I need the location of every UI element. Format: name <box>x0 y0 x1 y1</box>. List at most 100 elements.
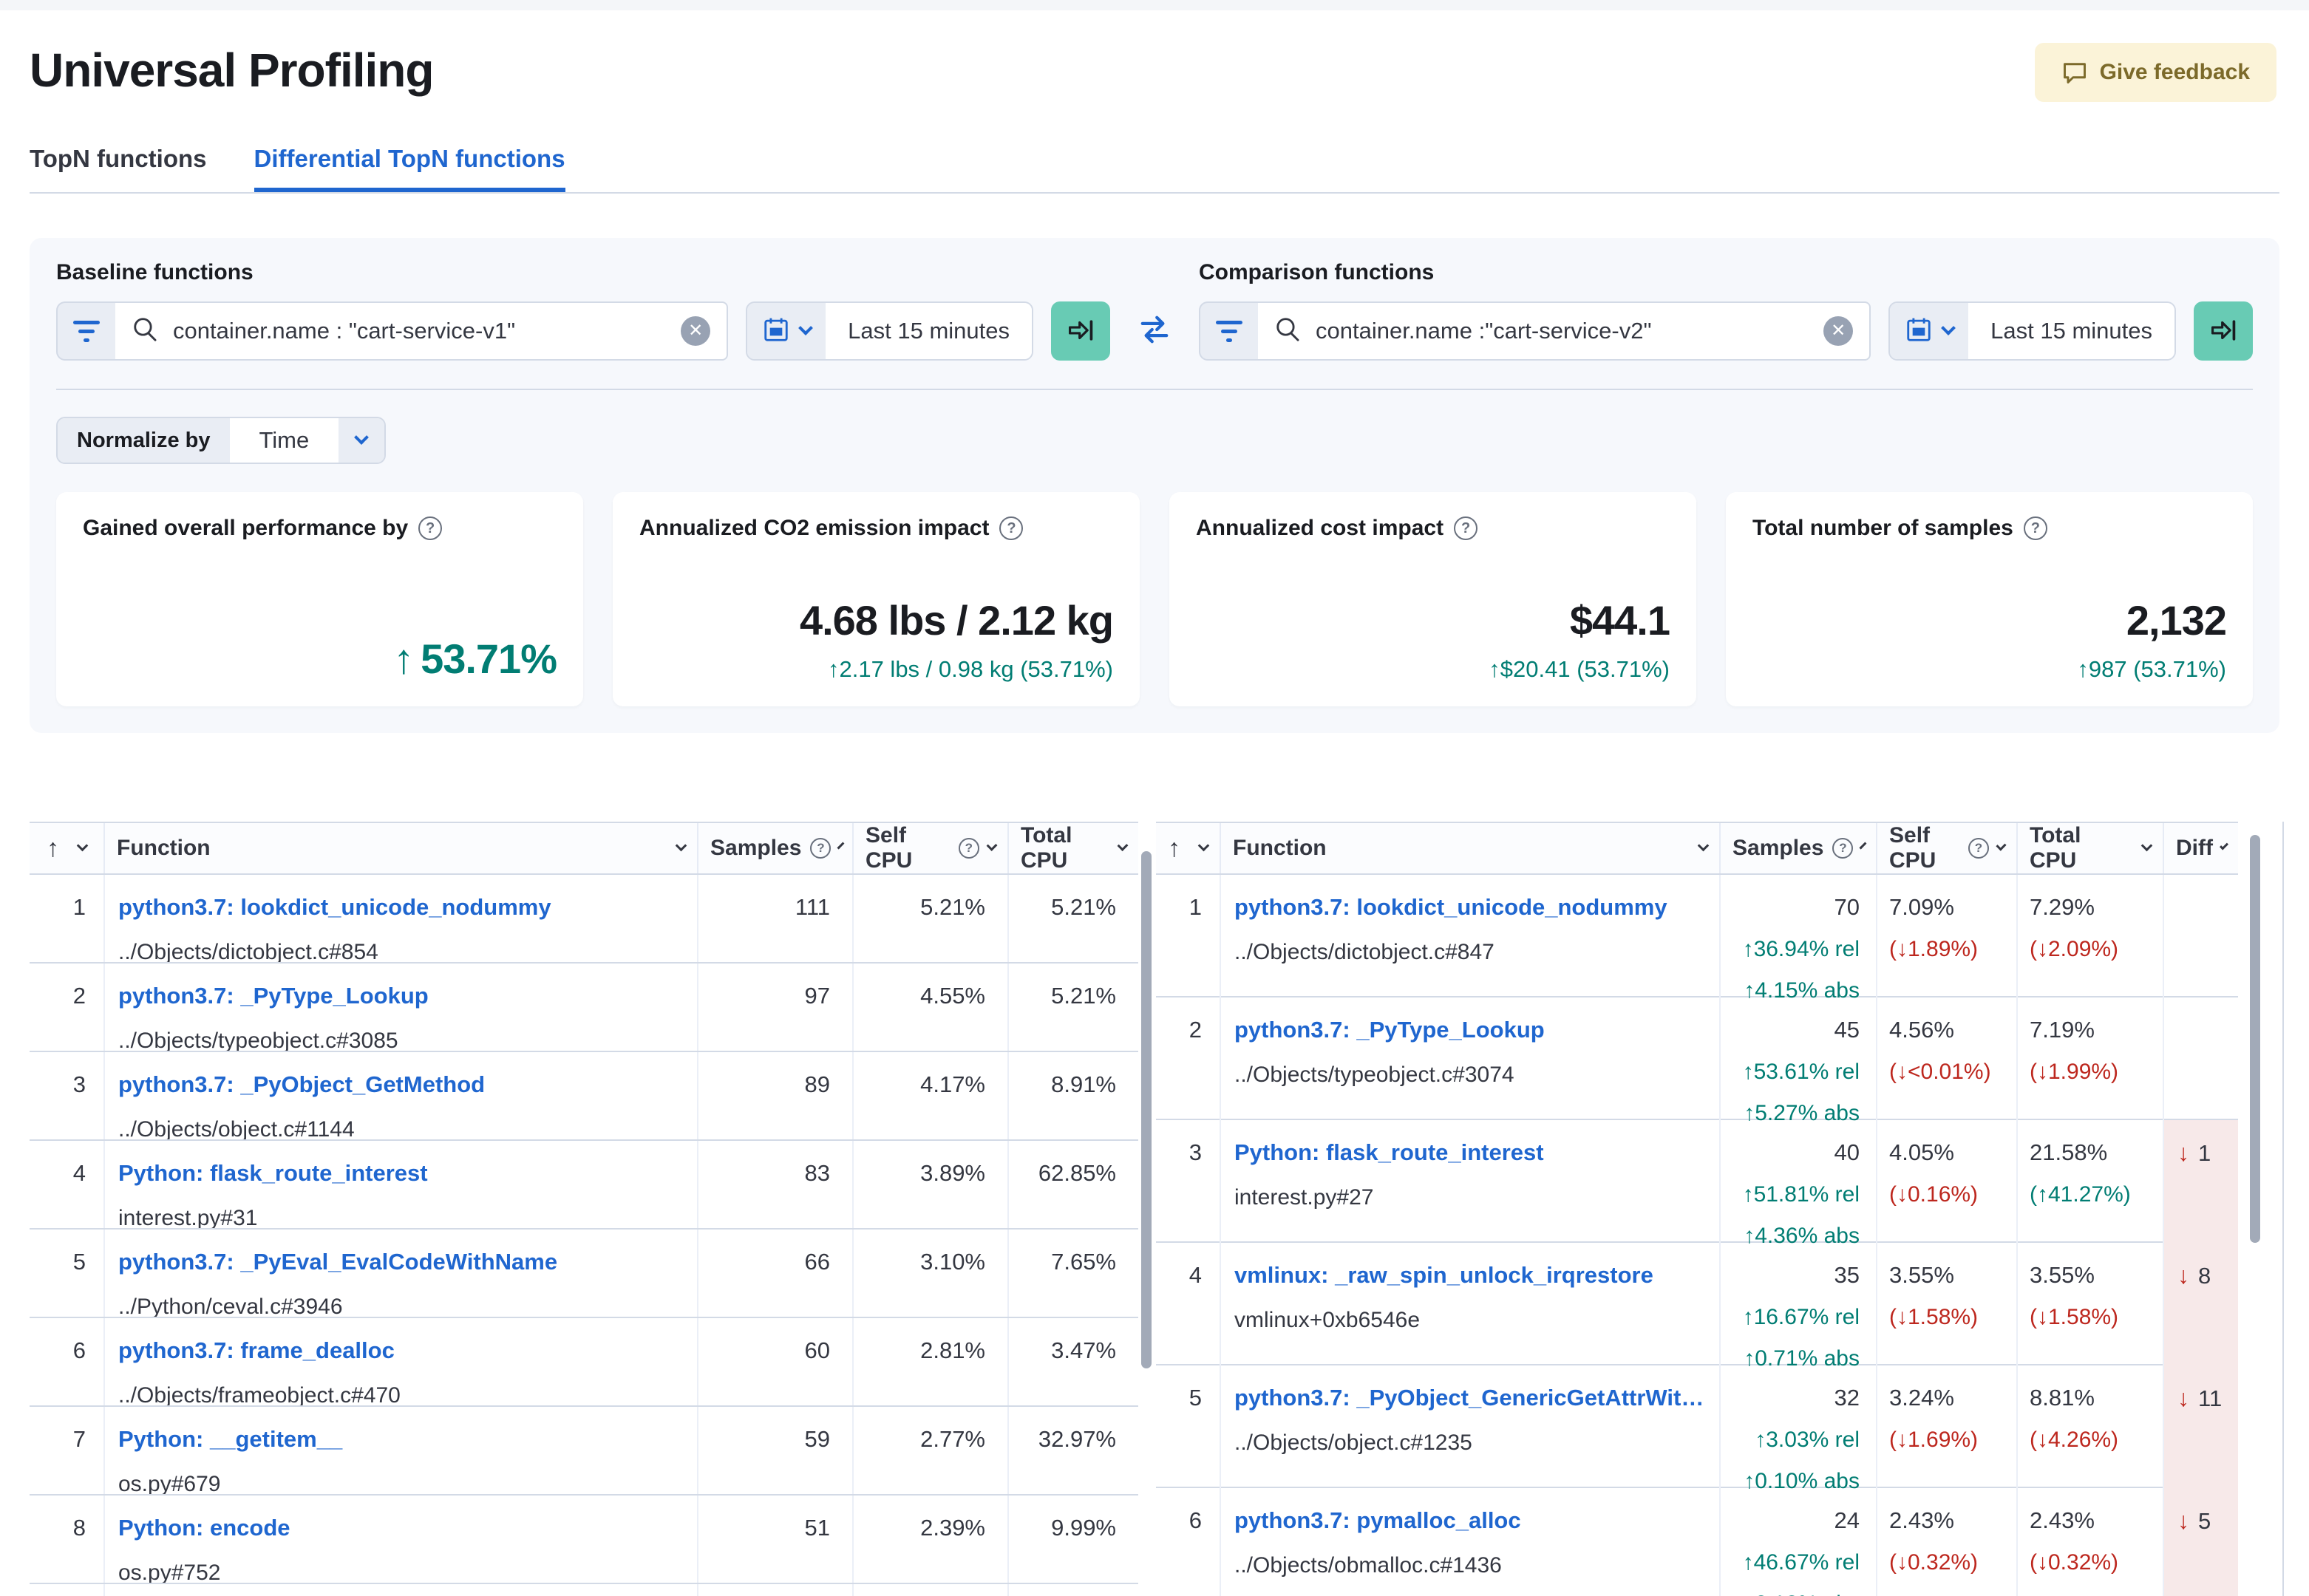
comparison-time-range[interactable]: Last 15 minutes <box>1968 303 2174 359</box>
sort-ascending-icon: ↑ <box>1168 833 1180 862</box>
diff-cell <box>2164 998 2238 1126</box>
comparison-refresh-button[interactable] <box>2194 301 2253 361</box>
total-cpu-delta: (↓2.09%) <box>2030 937 2119 961</box>
function-link[interactable]: Python: encode <box>118 1515 687 1541</box>
row-rank: 5 <box>30 1230 105 1317</box>
samples-value: 45 <box>1834 1017 1860 1043</box>
help-icon[interactable]: ? <box>418 516 443 540</box>
column-header-samples[interactable]: Samples ? <box>698 823 854 873</box>
column-header-total-cpu[interactable]: Total CPU <box>2018 823 2164 873</box>
column-header-function[interactable]: Function <box>105 823 698 873</box>
function-link[interactable]: python3.7: _PyEval_EvalCodeWithName <box>118 1249 687 1275</box>
total-cpu-value: 3.47% <box>1051 1337 1116 1363</box>
function-link[interactable]: python3.7: _PyType_Lookup <box>118 983 687 1009</box>
baseline-search-input[interactable] <box>173 318 668 344</box>
help-icon[interactable]: ? <box>1454 516 1478 540</box>
comparison-search-input[interactable] <box>1316 318 1811 344</box>
column-header-self-cpu[interactable]: Self CPU ? <box>1877 823 2018 873</box>
function-link[interactable]: python3.7: lookdict_unicode_nodummy <box>1234 894 1709 921</box>
table-row: 2 python3.7: _PyType_Lookup ../Objects/t… <box>30 964 1138 1052</box>
function-link[interactable]: python3.7: pymalloc_alloc <box>1234 1507 1709 1534</box>
function-link[interactable]: Python: flask_route_interest <box>1234 1139 1709 1166</box>
baseline-time-range[interactable]: Last 15 minutes <box>826 303 1032 359</box>
function-link[interactable]: Python: flask_route_interest <box>118 1160 687 1187</box>
diff-cell <box>2164 875 2238 1003</box>
function-link[interactable]: python3.7: _PyType_Lookup <box>1234 1017 1709 1043</box>
comparison-calendar-dropdown[interactable] <box>1890 303 1969 359</box>
normalize-by-control: Normalize by Time <box>56 417 387 464</box>
tab-differential-topn-functions[interactable]: Differential TopN functions <box>254 145 565 192</box>
co2-value: 4.68 lbs / 2.12 kg <box>799 597 1114 644</box>
sort-column-header[interactable]: ↑ <box>1156 823 1221 873</box>
samples-value: 97 <box>698 964 854 1051</box>
function-link[interactable]: python3.7: _PyObject_GetMethod <box>118 1071 687 1098</box>
function-link[interactable]: vmlinux: _raw_spin_unlock_irqrestore <box>1234 1262 1709 1289</box>
total-cpu-value: 21.58% <box>2030 1139 2108 1165</box>
function-file: ../Objects/object.c#1235 <box>1234 1430 1472 1455</box>
column-header-function[interactable]: Function <box>1221 823 1721 873</box>
chevron-down-icon <box>1996 839 2007 851</box>
comparison-table-scrollbar[interactable] <box>2250 835 2260 1243</box>
co2-delta: ↑2.17 lbs / 0.98 kg (53.71%) <box>827 656 1113 682</box>
self-cpu-value: 2.81% <box>854 1318 1009 1405</box>
normalize-by-value[interactable]: Time <box>229 418 339 463</box>
samples-rel-delta: ↑36.94% rel <box>1742 937 1860 961</box>
chevron-down-icon <box>2219 840 2229 850</box>
tabs-bar: TopN functions Differential TopN functio… <box>30 145 2279 194</box>
swap-sides-button[interactable] <box>1110 301 1199 361</box>
column-header-self-cpu[interactable]: Self CPU ? <box>854 823 1009 873</box>
self-cpu-value: 3.24% <box>1889 1385 1954 1411</box>
total-cpu-value: 62.85% <box>1038 1160 1116 1186</box>
give-feedback-label: Give feedback <box>2099 60 2250 84</box>
row-rank: 5 <box>1156 1365 1221 1494</box>
help-icon[interactable]: ? <box>2023 516 2047 540</box>
diff-down-icon: ↓ <box>2177 1507 2189 1534</box>
tab-topn-functions[interactable]: TopN functions <box>30 145 207 192</box>
function-file: ../Objects/dictobject.c#847 <box>1234 940 1494 964</box>
column-header-samples[interactable]: Samples ? <box>1721 823 1877 873</box>
diff-value: 1 <box>2198 1139 2211 1166</box>
chevron-down-icon <box>76 839 89 851</box>
baseline-clear-icon[interactable]: ✕ <box>681 316 711 346</box>
function-link[interactable]: Python: __getitem__ <box>118 1426 687 1453</box>
row-rank: 1 <box>30 875 105 962</box>
card-cost-impact: Annualized cost impact ? $44.1 ↑$20.41 (… <box>1169 492 1696 706</box>
chevron-down-icon <box>1859 842 1867 849</box>
baseline-filter-button[interactable] <box>56 301 115 361</box>
total-cpu-value: 7.29% <box>2030 894 2095 920</box>
diff-cell: ↓ 11 <box>2164 1365 2238 1494</box>
normalize-by-label: Normalize by <box>58 418 230 463</box>
give-feedback-button[interactable]: Give feedback <box>2034 43 2276 102</box>
comparison-clear-icon[interactable]: ✕ <box>1823 316 1854 346</box>
total-cpu-delta: (↑41.27%) <box>2030 1182 2131 1207</box>
diff-cell: ↓ 5 <box>2164 1488 2238 1596</box>
function-link[interactable]: python3.7: lookdict_unicode_nodummy <box>118 894 687 921</box>
table-row: 5 python3.7: _PyObject_GenericGetAttrWit… <box>1156 1365 2238 1494</box>
help-icon[interactable]: ? <box>999 516 1024 540</box>
normalize-by-dropdown[interactable] <box>339 418 385 463</box>
column-header-diff[interactable]: Diff <box>2164 823 2238 873</box>
function-link[interactable]: python3.7: frame_dealloc <box>118 1337 687 1364</box>
samples-value: 35 <box>1834 1262 1860 1288</box>
comparison-section: Comparison functions ✕ <box>1199 260 2253 361</box>
column-header-total-cpu[interactable]: Total CPU <box>1009 823 1138 873</box>
function-link[interactable]: python3.7: _PyObject_GenericGetAttrWithD… <box>1234 1385 1709 1411</box>
comparison-filter-button[interactable] <box>1199 301 1258 361</box>
sort-column-header[interactable]: ↑ <box>30 823 105 873</box>
table-row: 9 python3.7: _PyDict_LoadGlobal 50 2.35%… <box>30 1584 1138 1596</box>
chevron-down-icon <box>354 430 370 445</box>
search-icon <box>132 316 160 347</box>
chevron-down-icon <box>2140 839 2153 851</box>
chevron-down-icon <box>675 839 687 851</box>
samples-value: 66 <box>698 1230 854 1317</box>
baseline-refresh-button[interactable] <box>1051 301 1110 361</box>
samples-value: 59 <box>698 1407 854 1494</box>
arrow-to-bar-icon <box>2208 315 2239 348</box>
self-cpu-value: 4.56% <box>1889 1017 1954 1043</box>
function-file: vmlinux+0xb6546e <box>1234 1308 1421 1332</box>
comparison-table-header: ↑ Function Samples ? Self CPU ? Total CP… <box>1156 822 2238 875</box>
row-rank: 2 <box>30 964 105 1051</box>
row-rank: 1 <box>1156 875 1221 1003</box>
baseline-calendar-dropdown[interactable] <box>747 303 826 359</box>
baseline-table-scrollbar[interactable] <box>1141 851 1152 1368</box>
